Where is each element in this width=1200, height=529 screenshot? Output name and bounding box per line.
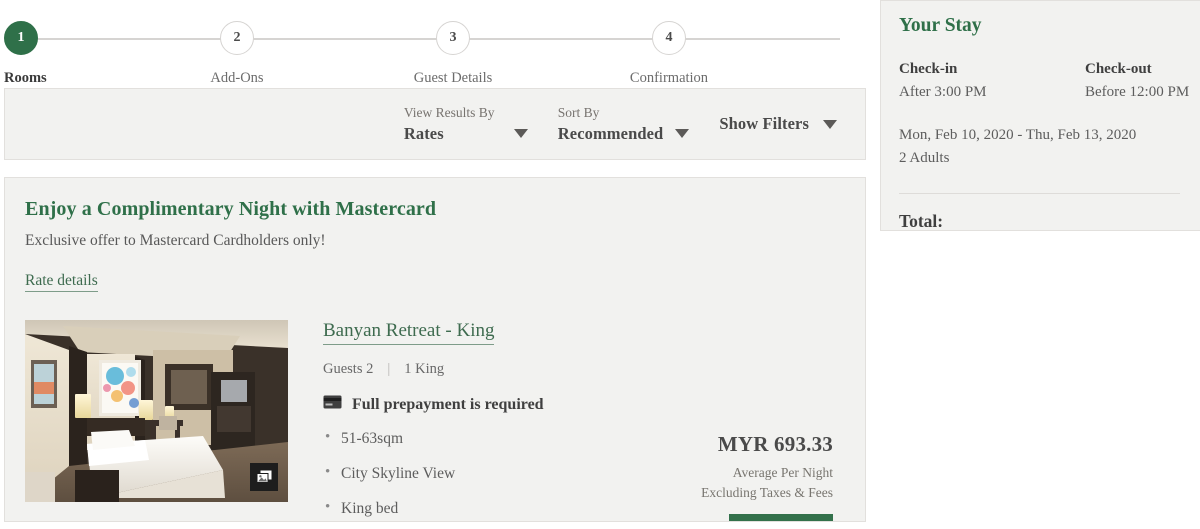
- stepper-number-3: 3: [449, 30, 457, 45]
- stepper-circle-2[interactable]: 2: [220, 21, 254, 55]
- view-results-by-caption: View Results By: [403, 105, 495, 121]
- stepper-number-4: 4: [665, 30, 673, 45]
- sort-by-dropdown[interactable]: Sort By Recommended: [558, 104, 690, 144]
- stepper-step-rooms[interactable]: 1 Rooms: [0, 0, 220, 88]
- amenity-item: City Skyline View: [323, 464, 701, 483]
- amenity-item: King bed: [323, 499, 701, 518]
- room-result-row: Banyan Retreat - King Guests 2 | 1 King: [25, 320, 841, 521]
- rate-results-card: Enjoy a Complimentary Night with Masterc…: [4, 177, 866, 522]
- main-content-column: 1 Rooms 2 Add-Ons 3 Guest Details 4 Conf…: [0, 0, 868, 529]
- photo-gallery-icon[interactable]: [250, 463, 278, 491]
- stepper-step-confirmation[interactable]: 4 Confirmation: [630, 0, 868, 88]
- credit-card-icon: [323, 395, 342, 414]
- stepper-number-1: 1: [17, 30, 25, 45]
- room-bedding: 1 King: [404, 361, 445, 377]
- room-price-block: MYR 693.33 Average Per Night Excluding T…: [701, 430, 841, 521]
- sort-by-caption: Sort By: [557, 105, 600, 121]
- results-filter-bar: View Results By Rates Sort By Recommende…: [4, 88, 866, 160]
- stepper-step-guest-details[interactable]: 3 Guest Details: [414, 0, 652, 88]
- select-room-button[interactable]: [729, 514, 833, 521]
- stepper-circle-3[interactable]: 3: [436, 21, 470, 55]
- stay-divider: [899, 193, 1180, 194]
- promo-subtitle: Exclusive offer to Mastercard Cardholder…: [25, 232, 326, 249]
- stepper-circle-1[interactable]: 1: [4, 21, 38, 55]
- check-in-label: Check-in: [899, 61, 958, 77]
- view-results-by-value: Rates: [403, 123, 444, 143]
- stepper-label-addons: Add-Ons: [210, 70, 264, 86]
- booking-page: 1 Rooms 2 Add-Ons 3 Guest Details 4 Conf…: [0, 0, 1200, 529]
- check-out-value: Before 12:00 PM: [1085, 84, 1190, 100]
- show-filters-label: Show Filters: [719, 114, 809, 133]
- room-details: Banyan Retreat - King Guests 2 | 1 King: [288, 320, 841, 521]
- price-note-average: Average Per Night: [732, 465, 833, 480]
- stepper-number-2: 2: [233, 30, 241, 45]
- your-stay-panel: Your Stay Check-in After 3:00 PM Check-o…: [880, 0, 1200, 231]
- room-name-link[interactable]: Banyan Retreat - King: [323, 320, 495, 345]
- check-in-value: After 3:00 PM: [899, 84, 987, 100]
- stay-occupancy: 2 Adults: [899, 149, 950, 166]
- stay-date-range: Mon, Feb 10, 2020 - Thu, Feb 13, 2020: [899, 127, 1137, 143]
- room-image-thumbnail[interactable]: [25, 320, 288, 502]
- check-in-block: Check-in After 3:00 PM: [899, 61, 1085, 101]
- room-price-amount: MYR 693.33: [717, 432, 833, 456]
- prepayment-text: Full prepayment is required: [352, 395, 544, 413]
- room-amenity-list: 51-63sqm City Skyline View King bed: [323, 429, 701, 521]
- sort-by-value: Recommended: [557, 123, 664, 143]
- stepper-label-rooms: Rooms: [4, 70, 47, 86]
- check-out-block: Check-out Before 12:00 PM: [1085, 61, 1189, 101]
- stepper-circle-4[interactable]: 4: [652, 21, 686, 55]
- amenity-item: 51-63sqm: [323, 429, 701, 448]
- chevron-down-icon[interactable]: [823, 119, 837, 129]
- show-filters-toggle[interactable]: Show Filters: [719, 114, 837, 134]
- stepper-label-confirmation: Confirmation: [629, 70, 709, 86]
- room-occupancy-meta: Guests 2 | 1 King: [323, 361, 841, 378]
- room-guests: Guests 2: [323, 361, 374, 377]
- stepper-step-addons[interactable]: 2 Add-Ons: [210, 0, 436, 88]
- check-out-label: Check-out: [1085, 61, 1152, 77]
- prepayment-notice: Full prepayment is required: [323, 395, 841, 414]
- chevron-down-icon[interactable]: [513, 129, 528, 139]
- stepper-label-guest-details: Guest Details: [413, 70, 493, 86]
- booking-progress-stepper: 1 Rooms 2 Add-Ons 3 Guest Details 4 Conf…: [0, 0, 868, 88]
- your-stay-sidebar: Your Stay Check-in After 3:00 PM Check-o…: [880, 0, 1200, 529]
- stay-dates-block: Mon, Feb 10, 2020 - Thu, Feb 13, 2020 2 …: [899, 124, 1180, 169]
- rate-details-link[interactable]: Rate details: [25, 272, 98, 292]
- meta-separator: |: [387, 361, 391, 377]
- hotel-room-photo: [25, 320, 288, 502]
- promo-headline: Enjoy a Complimentary Night with Masterc…: [25, 198, 437, 220]
- your-stay-title: Your Stay: [899, 15, 982, 36]
- stay-total-label: Total:: [899, 211, 944, 231]
- view-results-by-dropdown[interactable]: View Results By Rates: [404, 104, 528, 144]
- price-note-taxes: Excluding Taxes & Fees: [701, 484, 833, 500]
- chevron-down-icon[interactable]: [675, 129, 690, 139]
